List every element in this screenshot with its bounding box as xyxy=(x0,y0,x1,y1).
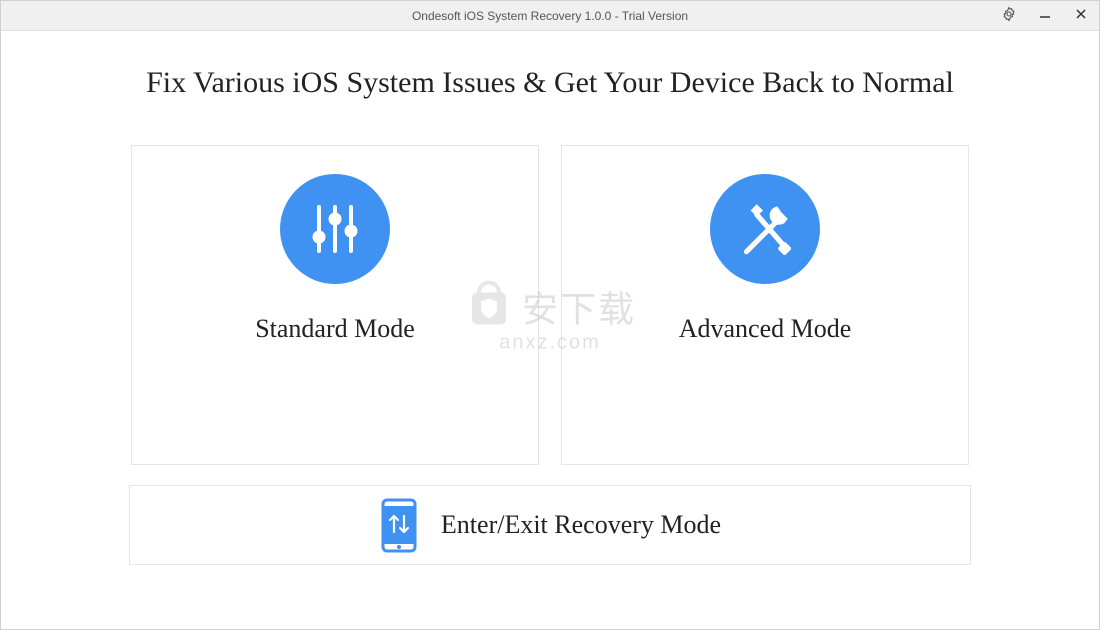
minimize-button[interactable] xyxy=(1027,1,1063,31)
titlebar: Ondesoft iOS System Recovery 1.0.0 - Tri… xyxy=(1,1,1099,31)
recovery-mode-label: Enter/Exit Recovery Mode xyxy=(441,510,721,540)
titlebar-controls xyxy=(991,1,1099,31)
close-icon xyxy=(1074,7,1088,26)
phone-arrows-icon xyxy=(379,498,419,553)
standard-mode-card[interactable]: Standard Mode xyxy=(131,145,539,465)
gear-icon xyxy=(1001,6,1017,27)
tools-icon xyxy=(710,174,820,284)
close-button[interactable] xyxy=(1063,1,1099,31)
settings-button[interactable] xyxy=(991,1,1027,31)
advanced-mode-title: Advanced Mode xyxy=(679,314,852,344)
recovery-mode-button[interactable]: Enter/Exit Recovery Mode xyxy=(129,485,971,565)
standard-mode-title: Standard Mode xyxy=(255,314,415,344)
main-content: Fix Various iOS System Issues & Get Your… xyxy=(1,31,1099,565)
window-title: Ondesoft iOS System Recovery 1.0.0 - Tri… xyxy=(412,9,688,23)
page-heading: Fix Various iOS System Issues & Get Your… xyxy=(1,66,1099,100)
minimize-icon xyxy=(1038,7,1052,26)
mode-cards: Standard Mode Advanced Mode xyxy=(1,145,1099,465)
sliders-icon xyxy=(280,174,390,284)
advanced-mode-card[interactable]: Advanced Mode xyxy=(561,145,969,465)
